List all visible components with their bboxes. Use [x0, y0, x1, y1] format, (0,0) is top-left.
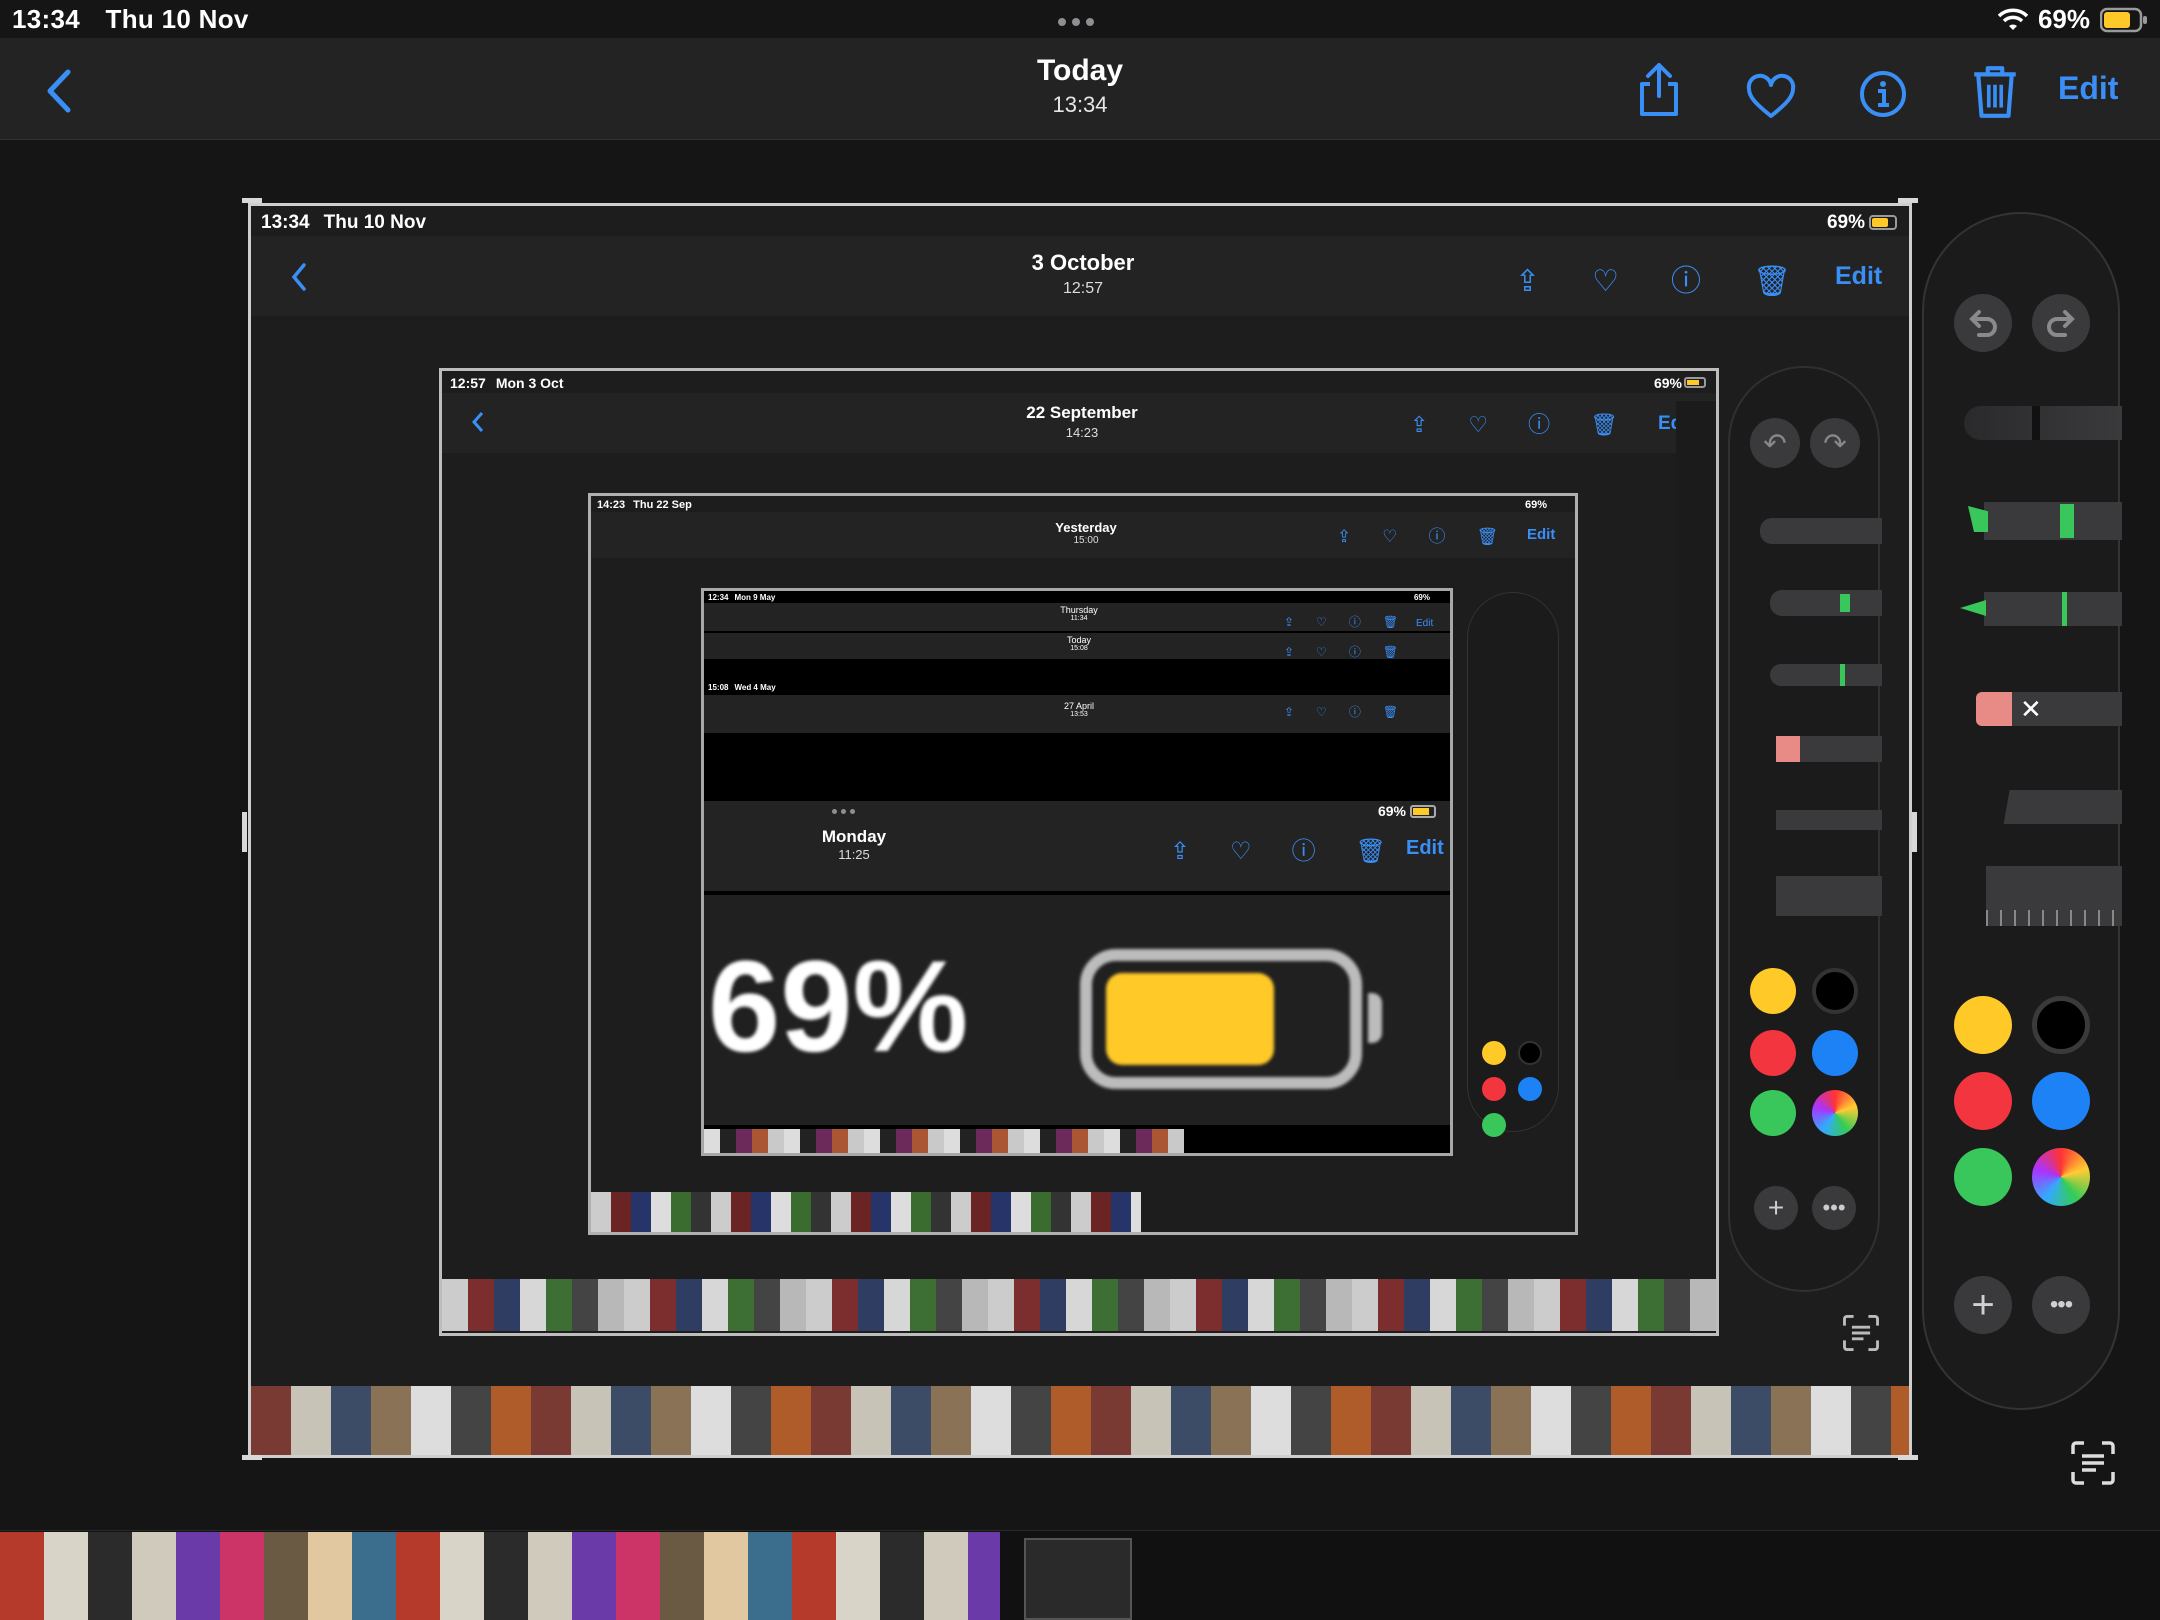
l1-toolbar-icons: ⇪♡ⓘ🗑 [1515, 265, 1844, 298]
undo-icon[interactable] [1954, 294, 2012, 352]
crop-handle-tl[interactable] [242, 198, 262, 203]
edit-button[interactable]: Edit [2058, 70, 2118, 107]
trash-icon[interactable] [1970, 64, 2020, 120]
markup-canvas-screenshot[interactable]: 13:34 Thu 10 Nov 69% 3 October 12:57 ⇪♡ⓘ🗑… [248, 203, 1912, 1458]
color-red[interactable] [1954, 1072, 2012, 1130]
l5-thumbnail-strip [704, 1129, 1184, 1153]
crop-handle-tr[interactable] [1898, 198, 1918, 203]
l1-battery-percent: 69% [1826, 212, 1865, 233]
page-subtitle: 13:34 [1052, 92, 1108, 117]
thumbnail-strip-images[interactable] [0, 1532, 1000, 1620]
zoomed-battery-icon [1080, 949, 1362, 1089]
redo-icon[interactable] [2032, 294, 2090, 352]
ruler-tool[interactable] [1986, 866, 2122, 926]
l3-screenshot: 14:23 Thu 22 Sep 69% Yesterday 15:00 ⇪♡ⓘ🗑… [588, 493, 1578, 1235]
live-text-icon[interactable] [2070, 1440, 2116, 1486]
color-yellow[interactable] [1954, 996, 2012, 1054]
l1-thumbnail-strip [251, 1386, 1909, 1455]
l1-edit: Edit [1835, 262, 1883, 290]
pen-tool[interactable] [1964, 406, 2122, 440]
crop-handle-left[interactable] [242, 812, 247, 852]
l2-thumbnail-strip [442, 1279, 1716, 1331]
pencil-tool[interactable] [1980, 790, 2122, 824]
wifi-icon [1997, 8, 2028, 30]
multitasking-dots[interactable] [1058, 18, 1094, 26]
info-icon[interactable] [1858, 66, 1908, 122]
page-title: Today [1036, 54, 1124, 87]
markup-tool-palette: ✕ + ••• [1922, 212, 2122, 1410]
status-time: 13:34 [12, 4, 80, 34]
nested-palette: ↶ ↷ + ••• [1728, 366, 1882, 1292]
crop-handle-bl[interactable] [242, 1455, 262, 1460]
photo-title: Today 13:34 [880, 54, 1280, 118]
status-date: Thu 10 Nov [105, 4, 249, 34]
battery-icon [2100, 7, 2147, 32]
l4-palette [1467, 592, 1559, 1137]
battery-percent: 69% [2037, 4, 2090, 34]
marker-tool[interactable] [1960, 592, 2122, 626]
crop-handle-br[interactable] [1898, 1455, 1918, 1460]
share-icon[interactable] [1634, 62, 1684, 118]
current-thumbnail[interactable] [1024, 1538, 1132, 1620]
highlighter-tool[interactable] [1968, 502, 2122, 540]
heart-icon[interactable] [1746, 70, 1796, 126]
back-chevron-icon[interactable] [46, 68, 72, 114]
l1-title: 3 October 12:57 [1031, 250, 1135, 297]
color-picker[interactable] [2032, 1148, 2090, 1206]
status-bar-time: 13:34 Thu 10 Nov [12, 4, 249, 35]
color-blue[interactable] [2032, 1072, 2090, 1130]
l4-screenshot: 12:34 Mon 9 May 69% Thursday 11:34 Today 15… [701, 588, 1453, 1156]
l2-screenshot: 12:57 Mon 3 Oct 69% 22 September 14:23 ⇪♡… [439, 368, 1719, 1336]
l3-thumbnail-strip [591, 1192, 1141, 1232]
eraser-tool[interactable]: ✕ [1976, 692, 2122, 726]
l1-back-icon [291, 263, 306, 291]
status-bar-right: 69% [1997, 4, 2148, 35]
plus-icon[interactable]: + [1954, 1276, 2012, 1334]
crop-handle-right[interactable] [1912, 812, 1917, 852]
more-icon[interactable]: ••• [2032, 1276, 2090, 1334]
nested-live-text-icon [1843, 1315, 1879, 1351]
zoomed-battery-percent: 69% [708, 933, 969, 1079]
color-green[interactable] [1954, 1148, 2012, 1206]
color-black[interactable] [2032, 996, 2090, 1054]
l1-battery-icon [1869, 215, 1897, 230]
l1-status: 13:34 Thu 10 Nov [261, 212, 427, 233]
